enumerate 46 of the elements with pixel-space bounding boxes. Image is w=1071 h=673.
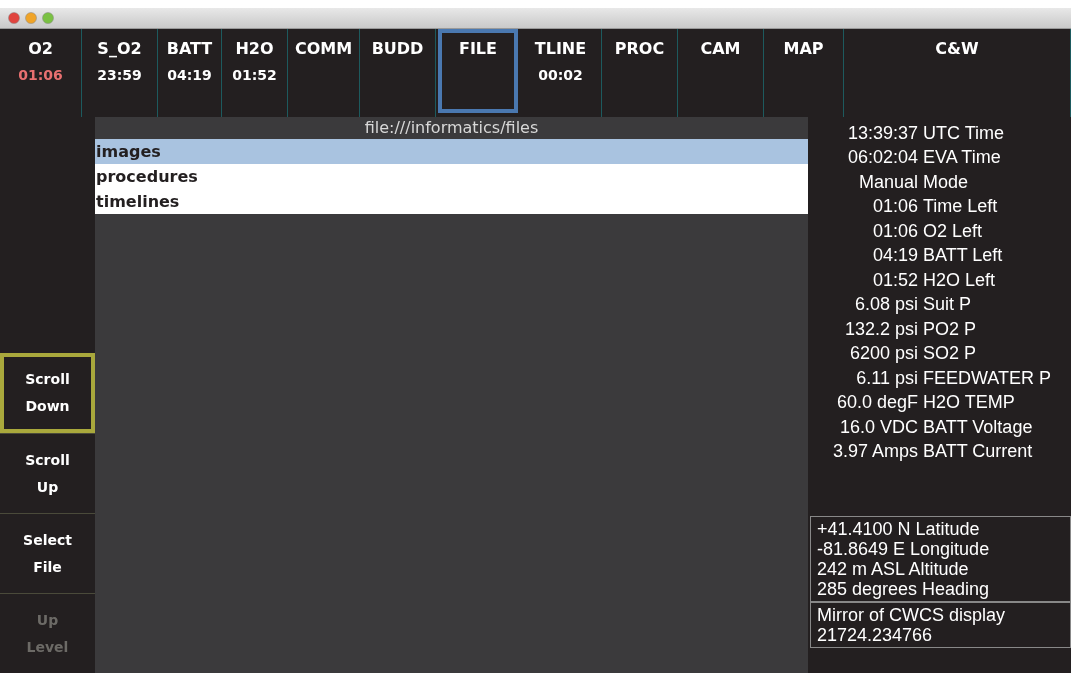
- side-button[interactable]: Scroll Down: [0, 353, 95, 433]
- reading-label: Time Left: [923, 195, 998, 218]
- tab-timer: 23:59: [97, 67, 142, 83]
- position-line: +41.4100 N Latitude: [817, 519, 981, 539]
- reading-value: 6.08 psi: [853, 293, 918, 316]
- tab-timer: 04:19: [167, 67, 212, 83]
- reading-label: BATT Voltage: [923, 415, 1033, 439]
- reading-label: BATT Current: [923, 440, 1033, 463]
- file-item[interactable]: images: [95, 139, 808, 164]
- reading-label: FEEDWATER P: [923, 366, 1051, 390]
- reading-value: Manual: [857, 170, 918, 194]
- reading-value: 16.0 VDC: [838, 415, 918, 439]
- tab-timer: 01:52: [232, 67, 277, 83]
- reading-label: O2 Left: [923, 219, 983, 243]
- tab-timer: 01:06: [18, 67, 63, 83]
- tab[interactable]: FILE: [438, 29, 518, 113]
- reading-value: 01:06: [871, 195, 918, 218]
- reading-label: Mode: [923, 170, 969, 194]
- reading-value: 01:06: [871, 219, 918, 243]
- reading-value: 3.97 Amps: [831, 440, 918, 463]
- close-icon[interactable]: [8, 12, 20, 24]
- mirror-line: Mirror of CWCS display: [817, 605, 1007, 625]
- reading-value: 06:02:04: [846, 146, 918, 169]
- position-line: 242 m ASL Altitude: [817, 559, 970, 579]
- reading-value: 13:39:37: [846, 121, 918, 145]
- reading-label: SO2 P: [923, 342, 977, 365]
- position-line: 285 degrees Heading: [817, 579, 991, 599]
- minimize-icon[interactable]: [25, 12, 37, 24]
- position-line: -81.8649 E Longitude: [817, 539, 991, 559]
- reading-label: Suit P: [923, 293, 972, 316]
- mirror-line: 21724.234766: [817, 625, 934, 645]
- reading-value: 01:52: [871, 268, 918, 292]
- reading-label: H2O Left: [923, 268, 996, 292]
- reading-label: H2O TEMP: [923, 391, 1015, 414]
- tab-timer: 00:02: [538, 67, 583, 83]
- reading-value: 6.11 psi: [855, 366, 918, 390]
- path-label: file:///informatics/files: [363, 117, 540, 139]
- reading-label: UTC Time: [923, 121, 1004, 145]
- reading-value: 60.0 degF: [835, 391, 918, 414]
- reading-value: 04:19: [871, 244, 918, 267]
- reading-label: PO2 P: [923, 317, 977, 341]
- reading-value: 132.2 psi: [843, 317, 918, 341]
- reading-label: EVA Time: [923, 146, 1001, 169]
- zoom-icon[interactable]: [42, 12, 54, 24]
- reading-value: 6200 psi: [848, 342, 918, 365]
- reading-label: BATT Left: [923, 244, 1003, 267]
